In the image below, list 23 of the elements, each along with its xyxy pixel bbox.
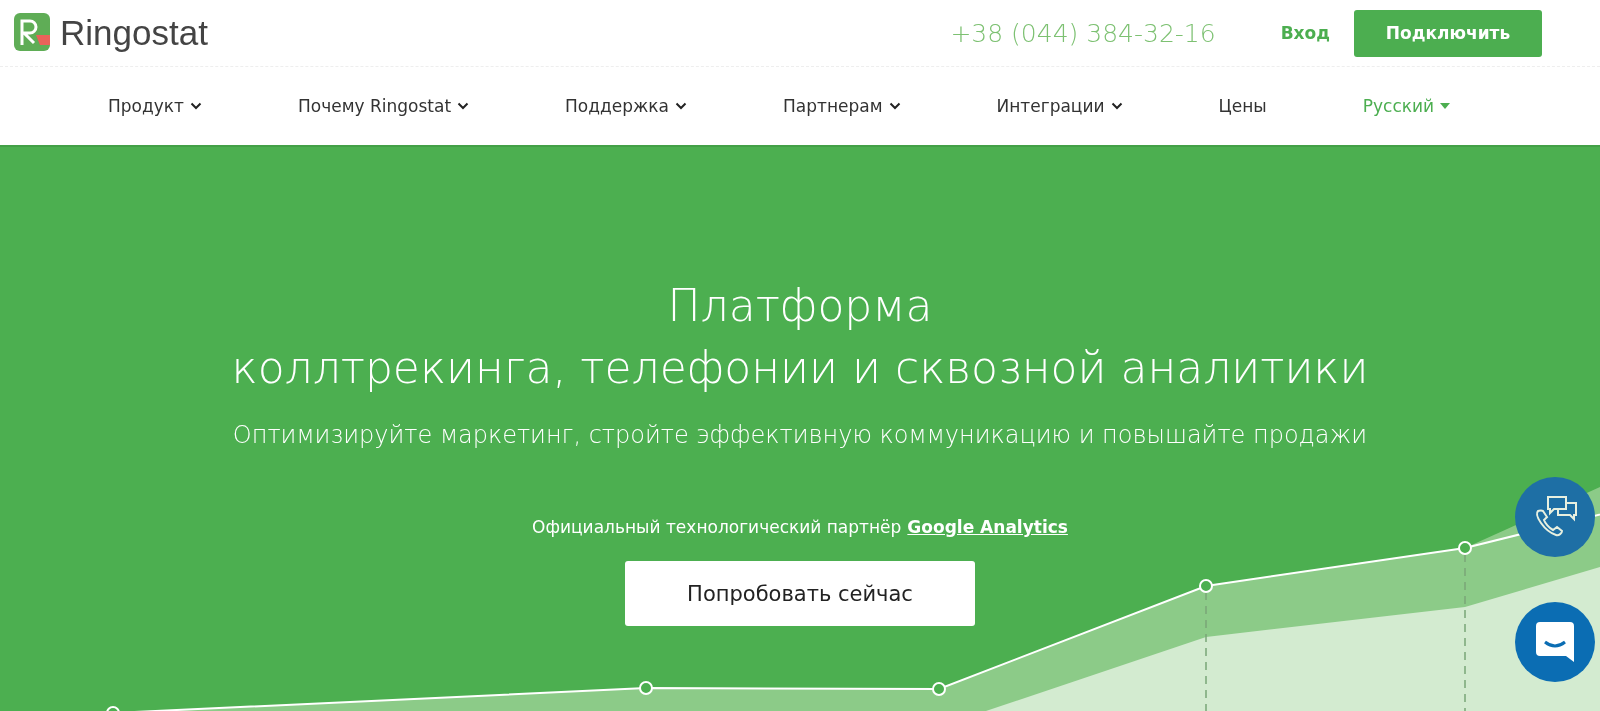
nav-item[interactable]: Продукт xyxy=(108,96,202,116)
nav-item[interactable]: Интеграции xyxy=(996,96,1123,116)
chevron-down-icon xyxy=(189,102,202,110)
hero-title: Платформа xyxy=(667,279,933,333)
chart-point xyxy=(1199,579,1213,593)
logo-text[interactable]: Ringostat xyxy=(60,13,208,53)
chart-point xyxy=(1458,541,1472,555)
try-now-button[interactable]: Попробовать сейчас xyxy=(625,561,975,626)
chevron-down-icon xyxy=(1110,102,1123,110)
chevron-down-icon xyxy=(457,102,470,110)
nav-item[interactable]: Поддержка xyxy=(565,96,687,116)
chart-point xyxy=(639,681,653,695)
hero-subtitle: Оптимизируйте маркетинг, стройте эффективную коммуникацию и повышайте продажи xyxy=(232,421,1368,449)
nav-item[interactable]: Почему Ringostat xyxy=(297,96,470,116)
chevron-down-icon xyxy=(675,102,687,110)
nav-item[interactable]: Цены xyxy=(1218,96,1267,116)
hero-title: коллтрекинга, телефонии и сквозной аналитики xyxy=(231,341,1369,395)
chat-bubble-icon xyxy=(1536,622,1574,662)
chart-point xyxy=(932,682,946,696)
chevron-down-icon xyxy=(888,102,901,110)
caret-down-icon xyxy=(1440,103,1451,109)
partner-text: Официальный технологический партнёр xyxy=(532,517,902,537)
nav-item[interactable]: Партнерам xyxy=(783,96,901,116)
